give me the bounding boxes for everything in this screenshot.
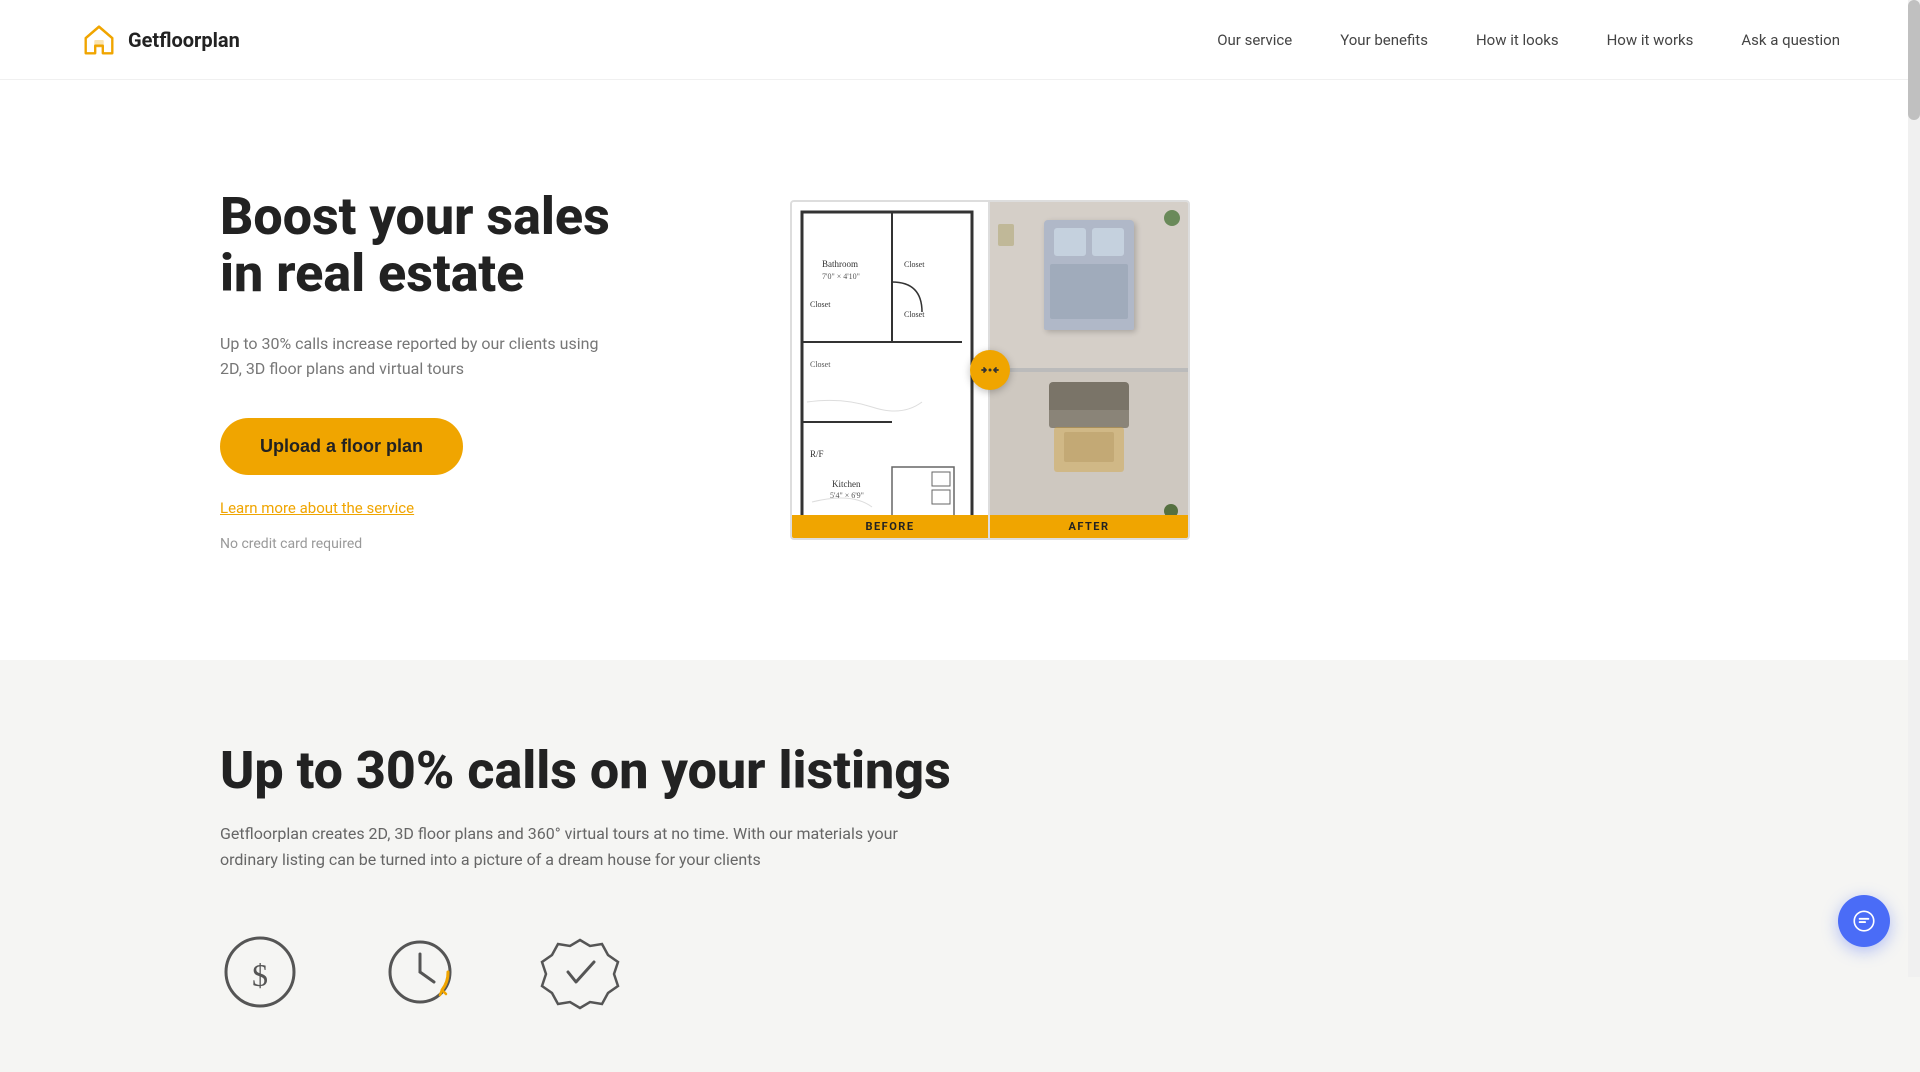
svg-text:Closet: Closet [904,310,925,319]
svg-text:Bathroom: Bathroom [822,259,858,269]
benefits-icons-row: $ [220,932,1840,1012]
nav-your-benefits[interactable]: Your benefits [1340,31,1428,49]
nav-ask-question[interactable]: Ask a question [1741,31,1840,49]
nav-our-service[interactable]: Our service [1217,31,1292,49]
svg-text:Closet: Closet [904,260,925,269]
svg-text:R/F: R/F [810,449,824,459]
nav-links: Our service Your benefits How it looks H… [1217,30,1840,49]
brand-name: Getfloorplan [128,28,240,52]
slider-arrows-icon [980,360,1000,380]
clock-icon [380,932,460,1012]
benefit-badge [540,932,620,1012]
chat-button[interactable] [1838,895,1890,947]
section2-title: Up to 30% calls on your listings [220,740,1840,801]
benefits-section: Up to 30% calls on your listings Getfloo… [0,660,1920,1072]
hero-title: Boost your sales in real estate [220,188,650,302]
no-credit-text: No credit card required [220,536,362,552]
floor-plan-comparison: Bathroom 7'0" × 4'10" Closet Closet Clos… [790,200,1190,540]
nav-how-it-looks[interactable]: How it looks [1476,31,1559,49]
floor-plan-after: AFTER [990,202,1188,538]
after-label: AFTER [990,515,1188,538]
benefit-clock [380,932,460,1012]
scrollbar-track[interactable] [1908,0,1920,977]
nav-how-it-works[interactable]: How it works [1607,31,1694,49]
logo-link[interactable]: Getfloorplan [80,21,240,59]
section2-description: Getfloorplan creates 2D, 3D floor plans … [220,821,940,872]
upload-floor-plan-button[interactable]: Upload a floor plan [220,418,463,475]
svg-text:Kitchen: Kitchen [832,479,861,489]
chat-icon [1851,908,1877,934]
svg-text:7'0" × 4'10": 7'0" × 4'10" [822,272,860,281]
sketch-svg: Bathroom 7'0" × 4'10" Closet Closet Clos… [792,202,982,538]
logo-icon [80,21,118,59]
scrollbar-thumb[interactable] [1908,0,1920,120]
badge-check-icon [540,932,620,1012]
dollar-circle-icon: $ [220,932,300,1012]
benefit-dollar: $ [220,932,300,1012]
navbar: Getfloorplan Our service Your benefits H… [0,0,1920,80]
hero-section: Boost your sales in real estate Up to 30… [0,80,1920,660]
svg-text:Closet: Closet [810,360,831,369]
svg-text:Closet: Closet [810,300,831,309]
hero-subtitle: Up to 30% calls increase reported by our… [220,331,600,382]
learn-more-link[interactable]: Learn more about the service [220,499,650,517]
before-label: BEFORE [792,515,988,538]
floor-plan-before: Bathroom 7'0" × 4'10" Closet Closet Clos… [792,202,990,538]
svg-text:$: $ [252,957,268,993]
comparison-slider-button[interactable] [970,350,1010,390]
hero-content: Boost your sales in real estate Up to 30… [220,188,650,552]
